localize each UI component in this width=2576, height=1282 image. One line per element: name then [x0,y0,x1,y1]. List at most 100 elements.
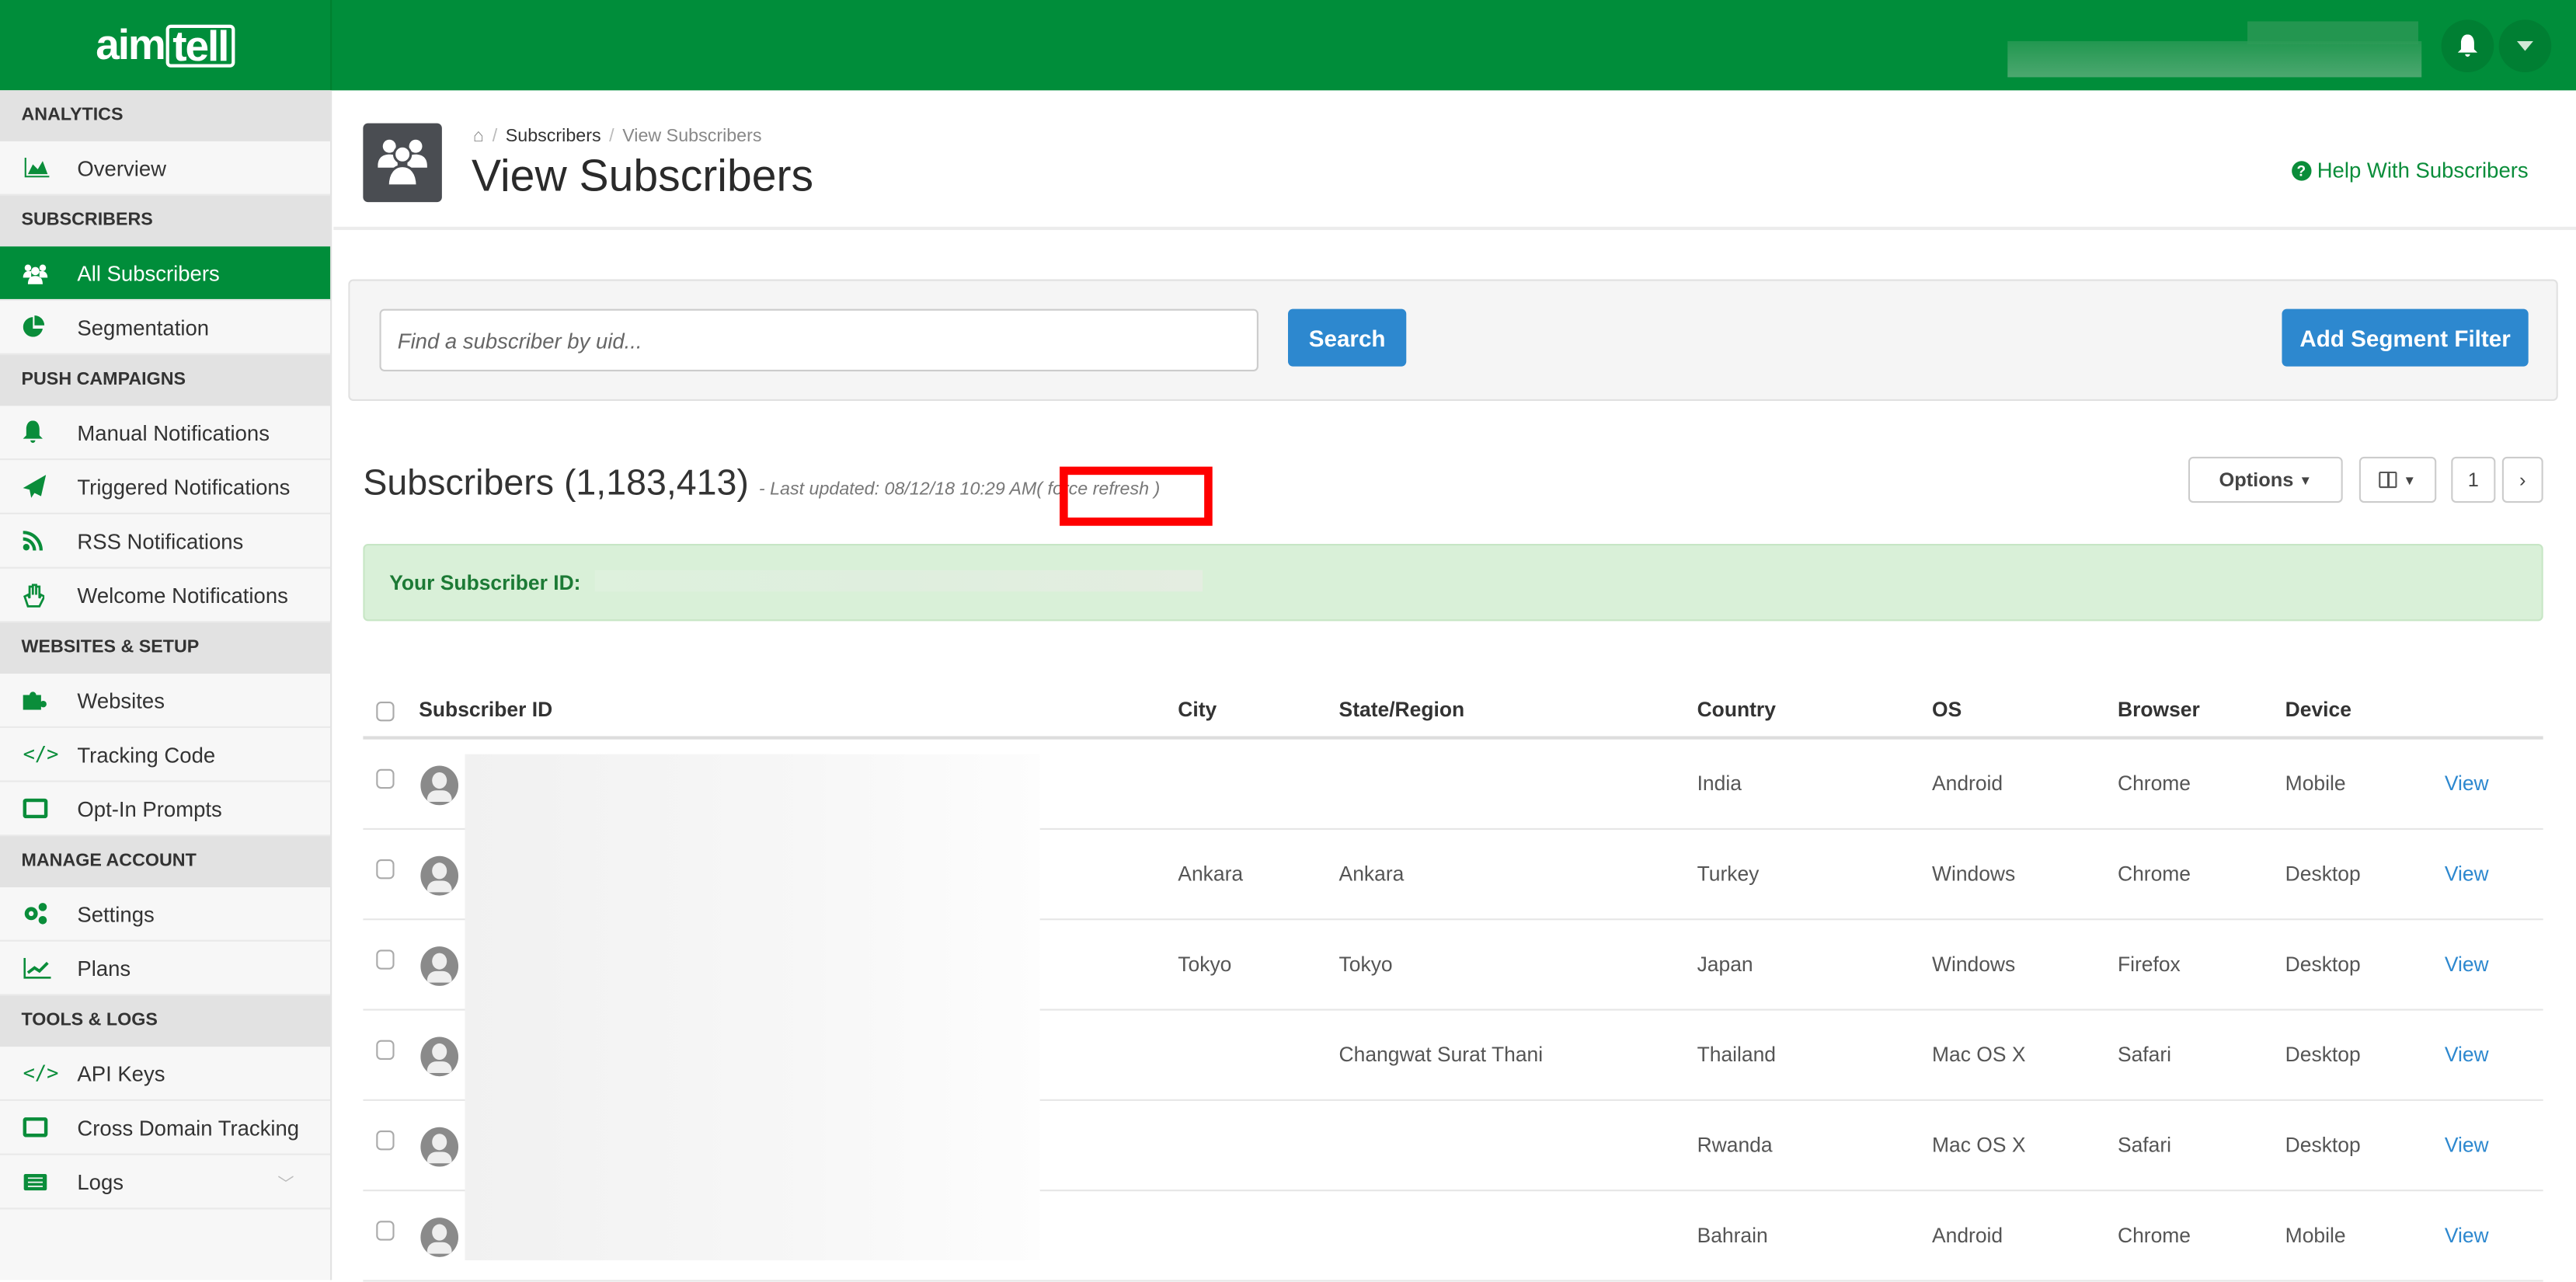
cell-os: Mac OS X [1932,1134,2026,1157]
line-chart-icon [0,956,77,978]
view-link[interactable]: View [2445,772,2489,796]
sidebar-item-label: Overview [77,155,166,180]
sidebar-item-label: Welcome Notifications [77,582,288,608]
hand-wave-icon [0,583,77,608]
select-all-checkbox[interactable] [376,702,395,722]
sidebar-item-all-subscribers[interactable]: All Subscribers [0,246,331,301]
search-button[interactable]: Search [1288,308,1407,367]
cell-browser: Safari [2117,1134,2172,1157]
highlight-box [1060,466,1213,526]
column-header[interactable]: Browser [2118,698,2200,722]
column-header[interactable]: City [1178,698,1217,722]
sidebar-item-rss-notifications[interactable]: RSS Notifications [0,514,331,569]
row-checkbox[interactable] [376,1221,395,1241]
sidebar-section-header: PUSH CAMPAIGNS [0,354,331,406]
sidebar-item-settings[interactable]: Settings [0,887,331,942]
sidebar-section-header: SUBSCRIBERS [0,195,331,247]
cell-os: Windows [1932,862,2016,886]
sidebar-section-header: TOOLS & LOGS [0,995,331,1047]
view-link[interactable]: View [2445,862,2489,886]
row-checkbox[interactable] [376,859,395,880]
next-page-button[interactable]: › [2501,456,2543,503]
sidebar-item-label: RSS Notifications [77,528,244,553]
column-header[interactable]: State/Region [1339,698,1465,722]
last-updated: - Last updated: 08/12/18 10:29 AM [758,479,1037,500]
logo-text: aim [96,19,166,69]
redacted-subscriber-ids [465,754,1040,1261]
redacted-subscriber-id [594,570,1203,592]
cell-country: Thailand [1697,1043,1776,1067]
sidebar-item-opt-in-prompts[interactable]: Opt-In Prompts [0,782,331,837]
search-panel: Search Add Segment Filter [348,279,2558,402]
cell-country: Rwanda [1697,1134,1773,1157]
sidebar-item-plans[interactable]: Plans [0,942,331,996]
sidebar-item-logs[interactable]: Logs ﹀ [0,1155,331,1210]
window-icon [0,798,77,819]
code-icon: </> [23,742,59,766]
column-header[interactable]: Device [2285,698,2351,722]
cell-country: Turkey [1697,862,1760,886]
cell-browser: Chrome [2117,862,2191,886]
users-icon [363,123,442,203]
sidebar-item-cross-domain-tracking[interactable]: Cross Domain Tracking [0,1101,331,1155]
sidebar-item-label: API Keys [77,1061,165,1085]
aimtell-logo[interactable]: aim tell [96,19,235,71]
cell-browser: Safari [2117,1043,2172,1067]
sidebar-item-label: Segmentation [77,314,210,340]
sidebar-item-tracking-code[interactable]: </> Tracking Code [0,728,331,782]
row-checkbox[interactable] [376,949,395,970]
subscribers-count: Subscribers (1,183,413) [363,462,749,503]
cell-os: Windows [1932,953,2016,977]
column-header[interactable]: Subscriber ID [419,698,552,722]
sidebar-item-manual-notifications[interactable]: Manual Notifications [0,406,331,461]
home-icon[interactable]: ⌂ [473,127,484,146]
sidebar-item-label: All Subscribers [77,260,220,285]
sidebar-item-websites[interactable]: Websites [0,674,331,728]
sidebar-item-label: Plans [77,955,131,981]
view-link[interactable]: View [2445,1043,2489,1067]
cell-os: Mac OS X [1932,1043,2026,1067]
logo-text-box: tell [165,23,235,67]
chevron-down-icon[interactable]: ﹀ [277,1169,294,1193]
add-segment-filter-button[interactable]: Add Segment Filter [2282,308,2529,367]
columns-toggle[interactable]: ▼ [2358,456,2437,503]
cell-browser: Chrome [2117,1224,2191,1248]
avatar [420,1036,459,1077]
help-link[interactable]: ? Help With Subscribers [2291,158,2529,183]
sidebar-section-header: WEBSITES & SETUP [0,622,331,674]
cell-device: Mobile [2285,772,2346,796]
cell-country: Japan [1697,953,1753,977]
column-header[interactable]: Country [1697,698,1776,722]
sidebar-item-welcome-notifications[interactable]: Welcome Notifications [0,569,331,623]
avatar [420,1218,459,1257]
cell-city: Ankara [1178,862,1244,886]
row-checkbox[interactable] [376,768,395,789]
column-header[interactable]: OS [1932,698,1962,722]
row-checkbox[interactable] [376,1040,395,1061]
breadcrumb: ⌂ / Subscribers / View Subscribers [473,126,762,147]
cell-device: Desktop [2285,1043,2361,1067]
options-dropdown[interactable]: Options ▼ [2188,456,2343,503]
view-link[interactable]: View [2445,1134,2489,1157]
bell-icon[interactable] [2441,19,2494,73]
caret-down-icon[interactable] [2498,19,2552,73]
help-link-label: Help With Subscribers [2317,158,2529,183]
cell-country: Bahrain [1697,1224,1768,1248]
sidebar-item-overview[interactable]: Overview [0,141,331,196]
breadcrumb-subscribers[interactable]: Subscribers [506,127,601,146]
avatar [420,855,459,896]
sidebar-item-triggered-notifications[interactable]: Triggered Notifications [0,460,331,514]
sidebar-item-label: Opt-In Prompts [77,796,222,821]
sidebar-item-segmentation[interactable]: Segmentation [0,301,331,355]
view-link[interactable]: View [2445,953,2489,977]
page-1[interactable]: 1 [2451,456,2496,503]
cell-state: Ankara [1338,862,1405,886]
search-input[interactable] [379,308,1258,371]
logo-area[interactable]: aim tell [0,0,332,91]
cell-browser: Chrome [2117,772,2191,796]
sidebar-item-api-keys[interactable]: </> API Keys [0,1047,331,1101]
row-checkbox[interactable] [376,1130,395,1151]
sidebar-item-label: Cross Domain Tracking [77,1114,300,1140]
paper-plane-icon [0,475,77,498]
view-link[interactable]: View [2445,1225,2489,1248]
